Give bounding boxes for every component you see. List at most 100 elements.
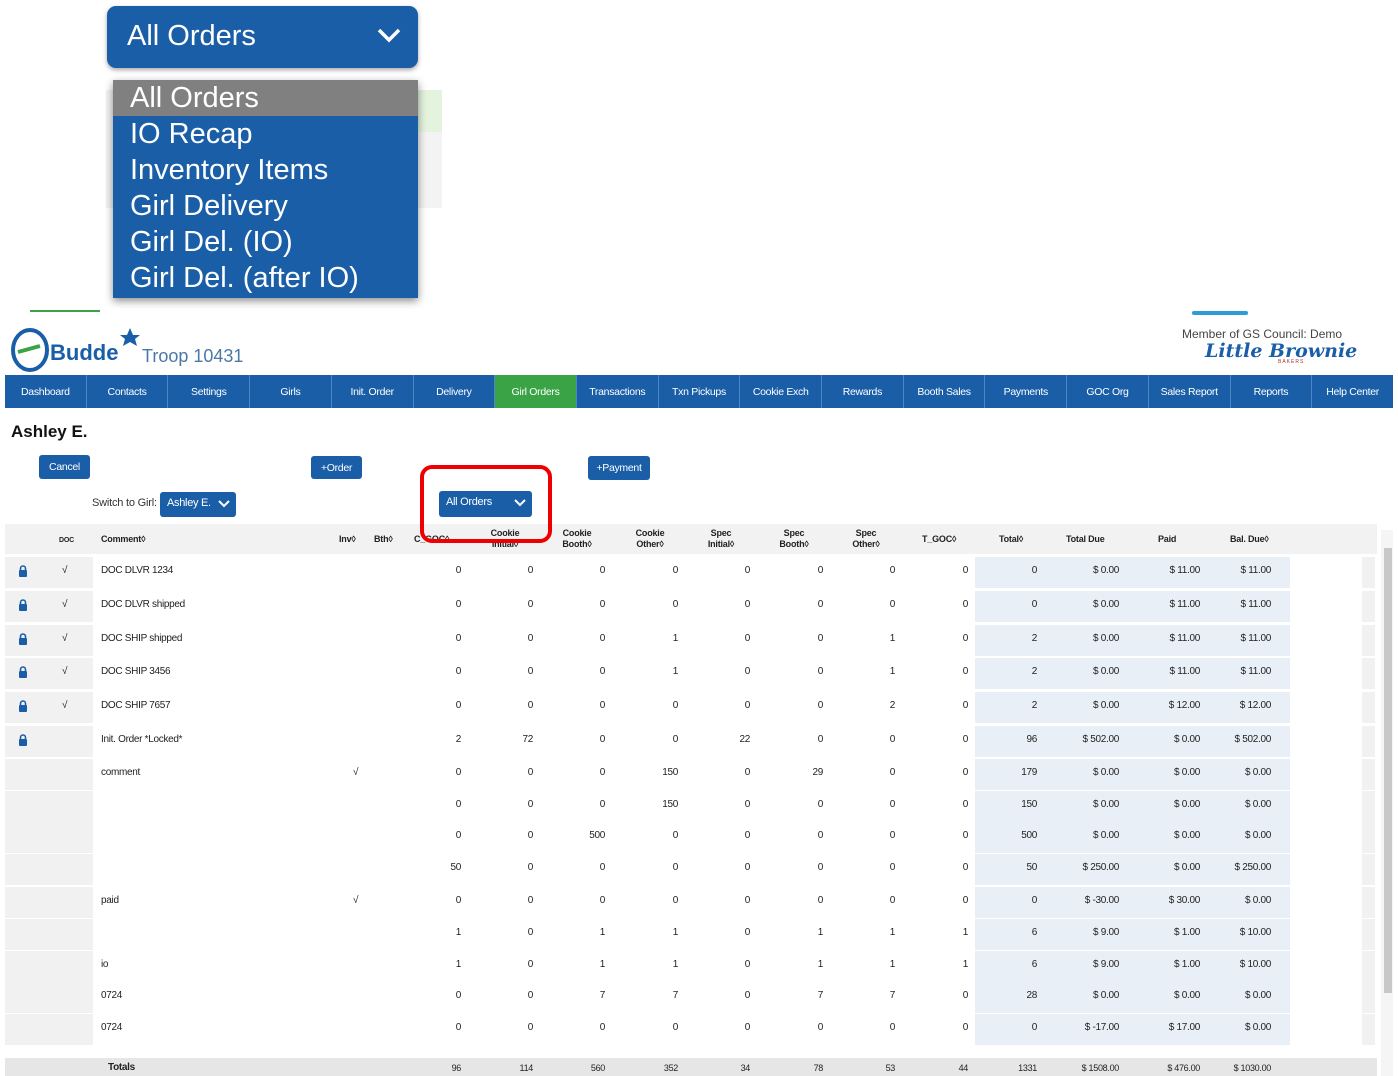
- nav-settings[interactable]: Settings: [168, 375, 251, 408]
- nav-cookie-exch[interactable]: Cookie Exch: [740, 375, 823, 408]
- nav-reports[interactable]: Reports: [1231, 375, 1313, 408]
- row-edit-gutter[interactable]: [1362, 791, 1375, 822]
- nav-girl-orders[interactable]: Girl Orders: [495, 375, 577, 408]
- row-edit-gutter[interactable]: [1362, 726, 1375, 757]
- council-label: Member of GS Council: Demo: [1182, 327, 1343, 341]
- row-edit-gutter[interactable]: [1362, 982, 1375, 1013]
- cancel-button[interactable]: Cancel: [39, 455, 90, 479]
- row-edit-gutter[interactable]: [1362, 919, 1375, 950]
- col-t-goc[interactable]: T_GOC◊: [922, 534, 956, 545]
- row-edit-gutter[interactable]: [1362, 759, 1375, 790]
- inv-check: √: [353, 767, 359, 778]
- cell-c-goc: 0: [455, 700, 462, 711]
- col-paid[interactable]: Paid: [1158, 534, 1176, 545]
- col-spec-initial[interactable]: Spec Initial◊: [701, 528, 741, 550]
- table-row[interactable]: √ DOC DLVR 1234 0 0 0 0 0 0 0 0 0 $ 0.00 $ 11.00 $ 11…: [5, 557, 1377, 588]
- table-row[interactable]: √ DOC SHIP 3456 0 0 0 1 0 0 1 0 2 $ 0.00 $ 11.00 $ 11…: [5, 658, 1377, 689]
- cell-spec-booth: 0: [817, 565, 824, 576]
- table-row[interactable]: 0 0 500 0 0 0 0 0 500 $ 0.00 $ 0.00 $ 0.00: [5, 822, 1377, 853]
- cell-paid: $ 11.00: [1169, 666, 1200, 677]
- row-edit-gutter[interactable]: [1362, 822, 1375, 853]
- lock-icon[interactable]: [18, 700, 28, 715]
- table-row[interactable]: io 1 0 1 1 0 1 1 1 6 $ 9.00 $ 1.00 $ 10.00: [5, 951, 1377, 982]
- table-row[interactable]: comment √ 0 0 0 150 0 29 0 0 179 $ 0.00 $ 0.00 $ 0.00: [5, 759, 1377, 790]
- nav-transactions[interactable]: Transactions: [577, 375, 659, 408]
- cell-c-goc: 0: [455, 799, 462, 810]
- col-bal-due[interactable]: Bal. Due◊: [1230, 534, 1269, 545]
- table-row[interactable]: √ DOC SHIP shipped 0 0 0 1 0 0 1 0 2 $ 0.00 $ 11.00 $…: [5, 625, 1377, 656]
- cell-spec-booth: 0: [817, 599, 824, 610]
- cell-cookie-initial: 72: [522, 734, 533, 745]
- menu-option-girl-del-io[interactable]: Girl Del. (IO): [113, 224, 418, 260]
- menu-option-girl-delivery[interactable]: Girl Delivery: [113, 188, 418, 224]
- col-total-due[interactable]: Total Due: [1066, 534, 1105, 545]
- cell-t-goc: 0: [962, 830, 969, 841]
- cell-total-due: $ 502.00: [1082, 734, 1119, 745]
- lock-icon[interactable]: [18, 565, 28, 580]
- add-order-button[interactable]: +Order: [311, 456, 362, 479]
- col-bth[interactable]: Bth◊: [374, 534, 393, 545]
- table-row[interactable]: paid √ 0 0 0 0 0 0 0 0 0 $ -30.00 $ 30.00 $ 0.00: [5, 887, 1377, 918]
- nav-help-center[interactable]: Help Center: [1312, 375, 1393, 408]
- cell-cookie-other: 0: [672, 1022, 679, 1033]
- col-inv[interactable]: Inv◊: [339, 534, 356, 545]
- cell-paid: $ 0.00: [1173, 734, 1200, 745]
- lock-icon[interactable]: [18, 734, 28, 749]
- row-edit-gutter[interactable]: [1362, 658, 1375, 689]
- cell-spec-initial: 0: [744, 895, 751, 906]
- row-edit-gutter[interactable]: [1362, 854, 1375, 885]
- nav-girls[interactable]: Girls: [250, 375, 332, 408]
- totals-t-goc: 44: [958, 1063, 969, 1073]
- menu-option-girl-del-after-io[interactable]: Girl Del. (after IO): [113, 260, 418, 296]
- nav-payments[interactable]: Payments: [985, 375, 1068, 408]
- row-edit-gutter[interactable]: [1362, 951, 1375, 982]
- table-row[interactable]: 0724 0 0 0 0 0 0 0 0 0 $ -17.00 $ 17.00 $ 0.00: [5, 1014, 1377, 1045]
- nav-delivery[interactable]: Delivery: [414, 375, 496, 408]
- table-scrollbar-thumb[interactable]: [1384, 548, 1392, 993]
- lock-icon[interactable]: [18, 633, 28, 648]
- nav-booth-sales[interactable]: Booth Sales: [904, 375, 986, 408]
- cell-paid: $ 0.00: [1173, 830, 1200, 841]
- table-row[interactable]: 0724 0 0 7 7 0 7 7 0 28 $ 0.00 $ 0.00 $ 0.00: [5, 982, 1377, 1013]
- nav-init-order[interactable]: Init. Order: [332, 375, 414, 408]
- cell-paid: $ 11.00: [1169, 633, 1200, 644]
- menu-option-inventory-items[interactable]: Inventory Items: [113, 152, 418, 188]
- order-filter-dropdown-zoomed[interactable]: All Orders: [107, 6, 418, 68]
- table-row[interactable]: 0 0 0 150 0 0 0 0 150 $ 0.00 $ 0.00 $ 0.00: [5, 791, 1377, 822]
- cell-t-goc: 0: [962, 700, 969, 711]
- row-edit-gutter[interactable]: [1362, 1014, 1375, 1045]
- nav-txn-pickups[interactable]: Txn Pickups: [659, 375, 741, 408]
- nav-goc-org[interactable]: GOC Org: [1067, 375, 1149, 408]
- row-edit-gutter[interactable]: [1362, 591, 1375, 622]
- row-edit-gutter[interactable]: [1362, 692, 1375, 723]
- table-row[interactable]: √ DOC SHIP 7657 0 0 0 0 0 0 2 0 2 $ 0.00 $ 12.00 $ 12…: [5, 692, 1377, 723]
- nav-dashboard[interactable]: Dashboard: [5, 375, 87, 408]
- col-doc[interactable]: DOC: [59, 535, 74, 546]
- table-row[interactable]: Init. Order *Locked* 2 72 0 0 22 0 0 0 96 $ 502.00…: [5, 726, 1377, 757]
- col-cookie-other[interactable]: Cookie Other◊: [630, 528, 670, 550]
- col-cookie-booth[interactable]: Cookie Booth◊: [557, 528, 597, 550]
- doc-check: √: [62, 633, 68, 644]
- switch-girl-select[interactable]: Ashley E.: [160, 492, 236, 517]
- table-row[interactable]: √ DOC DLVR shipped 0 0 0 0 0 0 0 0 0 $ 0.00 $ 11.00 $…: [5, 591, 1377, 622]
- col-total[interactable]: Total◊: [999, 534, 1023, 545]
- nav-sales-report[interactable]: Sales Report: [1149, 375, 1231, 408]
- col-spec-other[interactable]: Spec Other◊: [846, 528, 886, 550]
- row-edit-gutter[interactable]: [1362, 557, 1375, 588]
- row-edit-gutter[interactable]: [1362, 887, 1375, 918]
- cell-total-due: $ 250.00: [1082, 862, 1119, 873]
- lock-icon[interactable]: [18, 599, 28, 614]
- table-row[interactable]: 1 0 1 1 0 1 1 1 6 $ 9.00 $ 1.00 $ 10.00: [5, 919, 1377, 950]
- nav-rewards[interactable]: Rewards: [822, 375, 904, 408]
- lock-icon[interactable]: [18, 666, 28, 681]
- menu-option-io-recap[interactable]: IO Recap: [113, 116, 418, 152]
- col-comment[interactable]: Comment◊: [101, 534, 146, 545]
- table-row[interactable]: 50 0 0 0 0 0 0 0 50 $ 250.00 $ 0.00 $ 250.00: [5, 854, 1377, 885]
- col-spec-booth[interactable]: Spec Booth◊: [774, 528, 814, 550]
- row-edit-gutter[interactable]: [1362, 625, 1375, 656]
- cell-bal-due: $ 11.00: [1240, 633, 1271, 644]
- add-payment-button[interactable]: +Payment: [588, 456, 650, 480]
- row-comment: DOC DLVR shipped: [101, 599, 185, 610]
- nav-contacts[interactable]: Contacts: [87, 375, 169, 408]
- menu-option-all-orders[interactable]: All Orders: [113, 80, 418, 116]
